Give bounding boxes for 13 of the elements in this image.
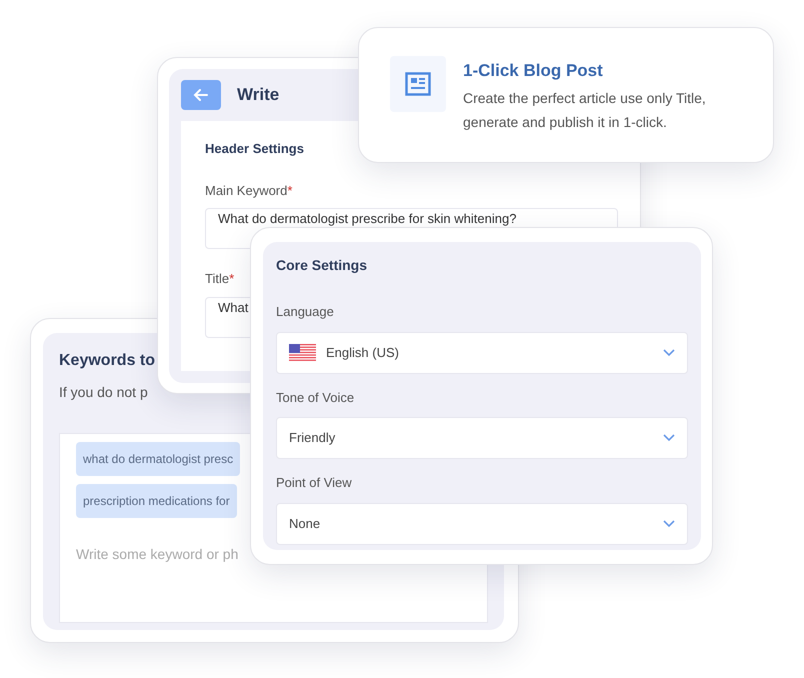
core-settings-title: Core Settings bbox=[276, 256, 368, 275]
keyword-placeholder: Write some keyword or ph bbox=[76, 545, 238, 564]
field-label: Title* bbox=[205, 270, 234, 288]
field-label: Main Keyword* bbox=[205, 182, 292, 200]
keywords-description: If you do not p bbox=[59, 383, 148, 402]
field-label: Tone of Voice bbox=[276, 388, 354, 406]
section-title: Header Settings bbox=[205, 140, 304, 158]
keywords-title: Keywords to bbox=[59, 351, 156, 371]
field-label: Point of View bbox=[276, 474, 352, 492]
field-label: Language bbox=[276, 303, 334, 321]
blog-post-title: 1-Click Blog Post bbox=[463, 60, 603, 82]
write-title: Write bbox=[237, 84, 280, 106]
blog-post-description: Create the perfect article use only Title, generate and publish it in 1-click. bbox=[463, 89, 707, 132]
